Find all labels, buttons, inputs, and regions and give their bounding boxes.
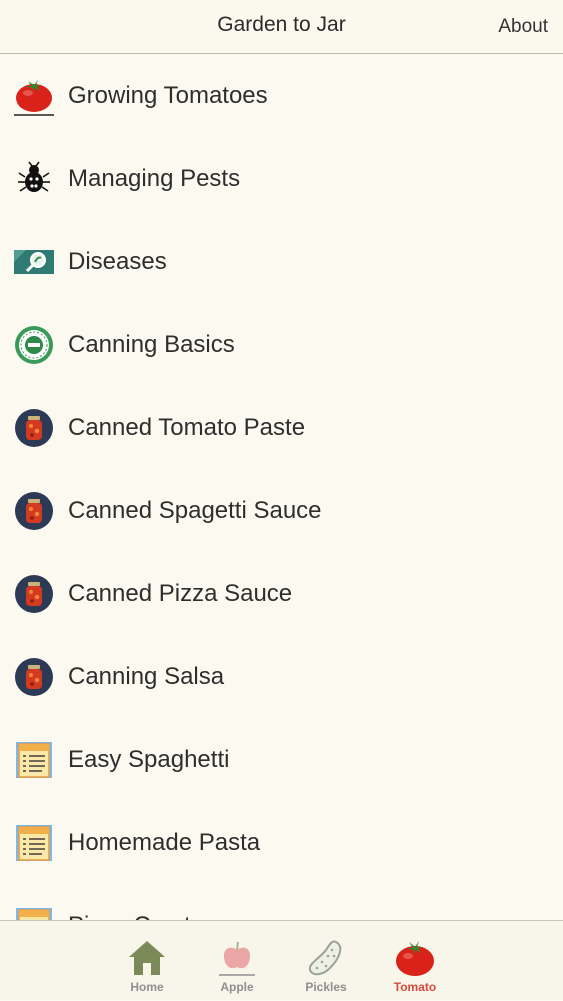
- magnifier-leaf-icon: [14, 242, 54, 282]
- list-item-label: Canning Salsa: [68, 663, 225, 690]
- list-item-canned-pizza-sauce[interactable]: Canned Pizza Sauce: [0, 552, 563, 635]
- tab-label: Tomato: [393, 980, 437, 994]
- list-item-homemade-pasta[interactable]: Homemade Pasta: [0, 801, 563, 884]
- list-item-label: Easy Spaghetti: [68, 746, 230, 773]
- recipe-card-icon: [14, 740, 54, 780]
- list-item-label: Canning Basics: [68, 331, 235, 358]
- list-item-label: Canned Spagetti Sauce: [68, 497, 322, 524]
- list-item-canning-salsa[interactable]: Canning Salsa: [0, 635, 563, 718]
- home-icon: [126, 937, 168, 979]
- about-button[interactable]: About: [498, 16, 548, 38]
- tab-home[interactable]: Home: [102, 921, 192, 1001]
- tab-apple[interactable]: Apple: [192, 921, 282, 1001]
- list-item-label: Diseases: [68, 248, 167, 275]
- apple-icon: [216, 937, 258, 979]
- list-item-label: Canned Tomato Paste: [68, 414, 306, 441]
- list-item-managing-pests[interactable]: Managing Pests: [0, 137, 563, 220]
- recipe-card-icon: [14, 906, 54, 920]
- topic-list[interactable]: Growing Tomatoes Managing Pests Diseases…: [0, 54, 563, 920]
- recipe-card-icon: [14, 823, 54, 863]
- tab-tomato[interactable]: Tomato: [370, 921, 460, 1001]
- tomato-icon: [14, 76, 54, 116]
- list-item-pizza-crust[interactable]: Pizza Crust: [0, 884, 563, 920]
- bug-icon: [14, 159, 54, 199]
- list-item-canned-tomato-paste[interactable]: Canned Tomato Paste: [0, 386, 563, 469]
- tab-pickles[interactable]: Pickles: [281, 921, 371, 1001]
- list-item-label: Growing Tomatoes: [68, 82, 268, 109]
- page-title: Garden to Jar: [217, 13, 346, 36]
- canning-jar-icon: [14, 491, 54, 531]
- food-safe-badge-icon: [14, 325, 54, 365]
- list-item-label: Managing Pests: [68, 165, 241, 192]
- list-item-label: Pizza Crust: [68, 912, 191, 920]
- navigation-bar: Garden to Jar About: [0, 0, 563, 54]
- tomato-icon: [394, 937, 436, 979]
- tab-label: Home: [130, 980, 164, 994]
- list-item-label: Homemade Pasta: [68, 829, 261, 856]
- canning-jar-icon: [14, 574, 54, 614]
- list-item-label: Canned Pizza Sauce: [68, 580, 293, 607]
- list-item-canned-spagetti-sauce[interactable]: Canned Spagetti Sauce: [0, 469, 563, 552]
- pickle-icon: [305, 937, 347, 979]
- list-item-diseases[interactable]: Diseases: [0, 220, 563, 303]
- list-item-canning-basics[interactable]: Canning Basics: [0, 303, 563, 386]
- tab-label: Pickles: [305, 980, 347, 994]
- canning-jar-icon: [14, 657, 54, 697]
- tab-label: Apple: [220, 980, 254, 994]
- list-item-growing-tomatoes[interactable]: Growing Tomatoes: [0, 54, 563, 137]
- tab-bar: Home Apple Pickles Tomato: [0, 920, 563, 1000]
- list-item-easy-spaghetti[interactable]: Easy Spaghetti: [0, 718, 563, 801]
- canning-jar-icon: [14, 408, 54, 448]
